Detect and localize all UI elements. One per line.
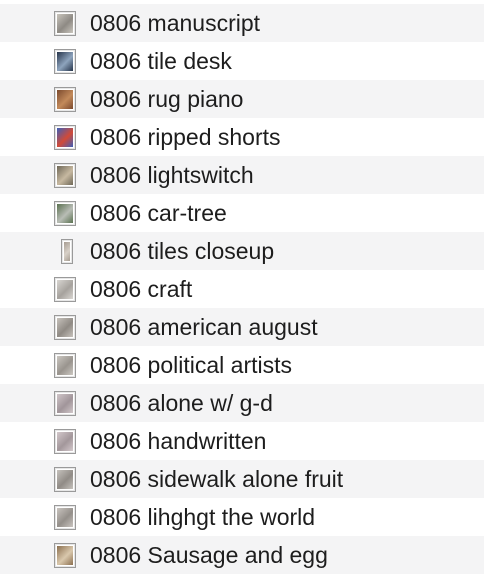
- photo-shorts-thumbnail: [57, 128, 73, 147]
- file-thumbnail-icon: [54, 543, 76, 568]
- file-row[interactable]: 0806 lihghgt the world: [0, 498, 484, 536]
- photo-desk-thumbnail: [57, 52, 73, 71]
- file-thumbnail-icon: [54, 277, 76, 302]
- photo-document-thumbnail: [57, 14, 73, 33]
- file-name: 0806 car-tree: [90, 200, 227, 226]
- file-thumbnail-icon: [54, 467, 76, 492]
- file-row[interactable]: 0806 Sausage and egg: [0, 536, 484, 574]
- file-row[interactable]: 0806 political artists: [0, 346, 484, 384]
- file-name: 0806 american august: [90, 314, 318, 340]
- document-page-thumbnail: [57, 356, 73, 375]
- file-thumbnail-icon: [54, 315, 76, 340]
- file-thumbnail-icon: [54, 353, 76, 378]
- file-row[interactable]: 0806 craft: [0, 270, 484, 308]
- document-page-thumbnail: [57, 394, 73, 413]
- file-name: 0806 Sausage and egg: [90, 542, 328, 568]
- photo-food-thumbnail: [57, 546, 73, 565]
- file-thumbnail-icon: [54, 429, 76, 454]
- document-page-thumbnail: [57, 318, 73, 337]
- file-name: 0806 sidewalk alone fruit: [90, 466, 344, 492]
- file-thumbnail-icon: [54, 201, 76, 226]
- file-thumbnail-icon: [54, 505, 76, 530]
- photo-lightswitch-thumbnail: [57, 166, 73, 185]
- file-thumbnail-icon: [54, 11, 76, 36]
- photo-tiles-thumbnail: [64, 242, 70, 261]
- file-thumbnail-icon: [54, 87, 76, 112]
- file-name: 0806 rug piano: [90, 86, 244, 112]
- file-row[interactable]: 0806 handwritten: [0, 422, 484, 460]
- file-row[interactable]: 0806 tile desk: [0, 42, 484, 80]
- file-thumbnail-icon: [54, 163, 76, 188]
- file-row[interactable]: 0806 american august: [0, 308, 484, 346]
- photo-car-tree-thumbnail: [57, 204, 73, 223]
- file-row[interactable]: 0806 manuscript: [0, 4, 484, 42]
- file-row[interactable]: 0806 sidewalk alone fruit: [0, 460, 484, 498]
- file-thumbnail-icon: [61, 239, 73, 264]
- document-page-thumbnail: [57, 470, 73, 489]
- file-name: 0806 alone w/ g-d: [90, 390, 273, 416]
- file-row[interactable]: 0806 ripped shorts: [0, 118, 484, 156]
- file-list: 0806 manuscript 0806 tile desk 0806 rug pi…: [0, 0, 484, 574]
- file-thumbnail-icon: [54, 125, 76, 150]
- file-row[interactable]: 0806 car-tree: [0, 194, 484, 232]
- document-page-thumbnail: [57, 280, 73, 299]
- photo-rug-thumbnail: [57, 90, 73, 109]
- file-row[interactable]: 0806 tiles closeup: [0, 232, 484, 270]
- file-row[interactable]: 0806 rug piano: [0, 80, 484, 118]
- file-name: 0806 craft: [90, 276, 193, 302]
- document-page-thumbnail: [57, 432, 73, 451]
- file-thumbnail-icon: [54, 49, 76, 74]
- file-name: 0806 manuscript: [90, 10, 261, 36]
- file-name: 0806 tile desk: [90, 48, 232, 74]
- file-name: 0806 lihghgt the world: [90, 504, 316, 530]
- file-name: 0806 ripped shorts: [90, 124, 281, 150]
- file-name: 0806 handwritten: [90, 428, 267, 454]
- file-row[interactable]: 0806 lightswitch: [0, 156, 484, 194]
- file-row[interactable]: 0806 alone w/ g-d: [0, 384, 484, 422]
- file-name: 0806 political artists: [90, 352, 292, 378]
- document-page-thumbnail: [57, 508, 73, 527]
- file-name: 0806 tiles closeup: [90, 238, 275, 264]
- file-thumbnail-icon: [54, 391, 76, 416]
- file-name: 0806 lightswitch: [90, 162, 254, 188]
